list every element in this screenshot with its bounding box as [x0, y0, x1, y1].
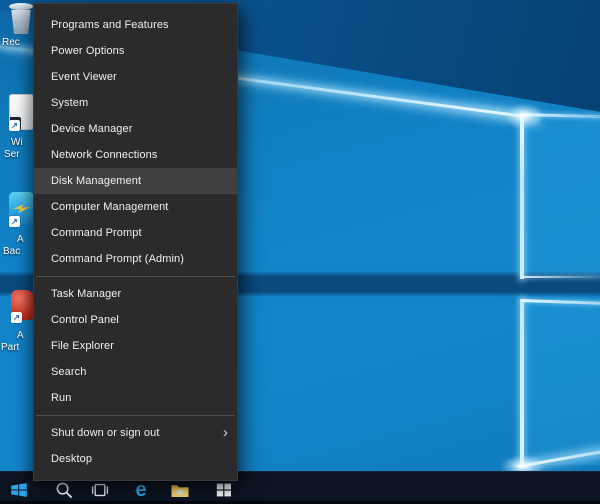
shortcut-arrow-icon: ↗ — [11, 312, 22, 323]
menu-item-power-options[interactable]: Power Options — [34, 38, 237, 64]
wallpaper-upper-right-pane — [523, 115, 600, 277]
search-icon — [55, 481, 73, 499]
task-view-button[interactable] — [87, 479, 113, 501]
desktop-icon-label: A — [17, 330, 24, 342]
menu-item-system[interactable]: System — [34, 90, 237, 116]
menu-item-event-viewer[interactable]: Event Viewer — [34, 64, 237, 90]
menu-item-disk-management[interactable]: Disk Management — [34, 168, 237, 194]
desktop-screen: Rec ♪ ↗ Wi Ser ↗ A Bac ↗ A Part Programs… — [0, 0, 600, 504]
menu-item-label: Shut down or sign out — [51, 427, 160, 439]
desktop-icon-partition-shortcut[interactable]: ↗ A Part — [0, 0, 36, 370]
submenu-chevron-icon: › — [223, 420, 228, 445]
file-explorer-button[interactable] — [167, 479, 193, 501]
folder-icon — [170, 482, 190, 499]
menu-item-device-manager[interactable]: Device Manager — [34, 116, 237, 142]
menu-item-command-prompt[interactable]: Command Prompt — [34, 220, 237, 246]
menu-item-network-connections[interactable]: Network Connections — [34, 142, 237, 168]
winx-menu: Programs and Features Power Options Even… — [33, 3, 238, 481]
menu-item-search[interactable]: Search — [34, 359, 237, 385]
windows-logo-icon — [9, 480, 29, 500]
menu-item-shut-down-or-sign-out[interactable]: Shut down or sign out › — [34, 420, 237, 446]
menu-separator — [36, 276, 235, 277]
menu-item-desktop[interactable]: Desktop — [34, 446, 237, 472]
menu-item-task-manager[interactable]: Task Manager — [34, 281, 237, 307]
menu-item-file-explorer[interactable]: File Explorer — [34, 333, 237, 359]
search-button[interactable] — [51, 479, 77, 501]
menu-item-control-panel[interactable]: Control Panel — [34, 307, 237, 333]
menu-item-computer-management[interactable]: Computer Management — [34, 194, 237, 220]
edge-logo-icon: e — [135, 480, 146, 500]
wallpaper-lower-right-pane — [523, 299, 600, 465]
wallpaper-vertical-line-lower — [520, 299, 524, 466]
wallpaper-vertical-line-upper — [520, 113, 524, 279]
wallpaper-pane-edge-line — [521, 276, 600, 278]
menu-item-run[interactable]: Run — [34, 385, 237, 411]
menu-item-command-prompt-admin[interactable]: Command Prompt (Admin) — [34, 246, 237, 272]
desktop-icon-label: Part — [1, 342, 19, 354]
windows-app-button[interactable] — [211, 479, 237, 501]
task-view-icon — [90, 482, 110, 498]
white-windows-icon — [215, 481, 233, 499]
edge-button[interactable]: e — [128, 479, 154, 501]
wallpaper-corner-glow-top — [505, 103, 543, 129]
menu-item-programs-and-features[interactable]: Programs and Features — [34, 12, 237, 38]
menu-separator — [36, 415, 235, 416]
start-button[interactable] — [6, 479, 32, 501]
